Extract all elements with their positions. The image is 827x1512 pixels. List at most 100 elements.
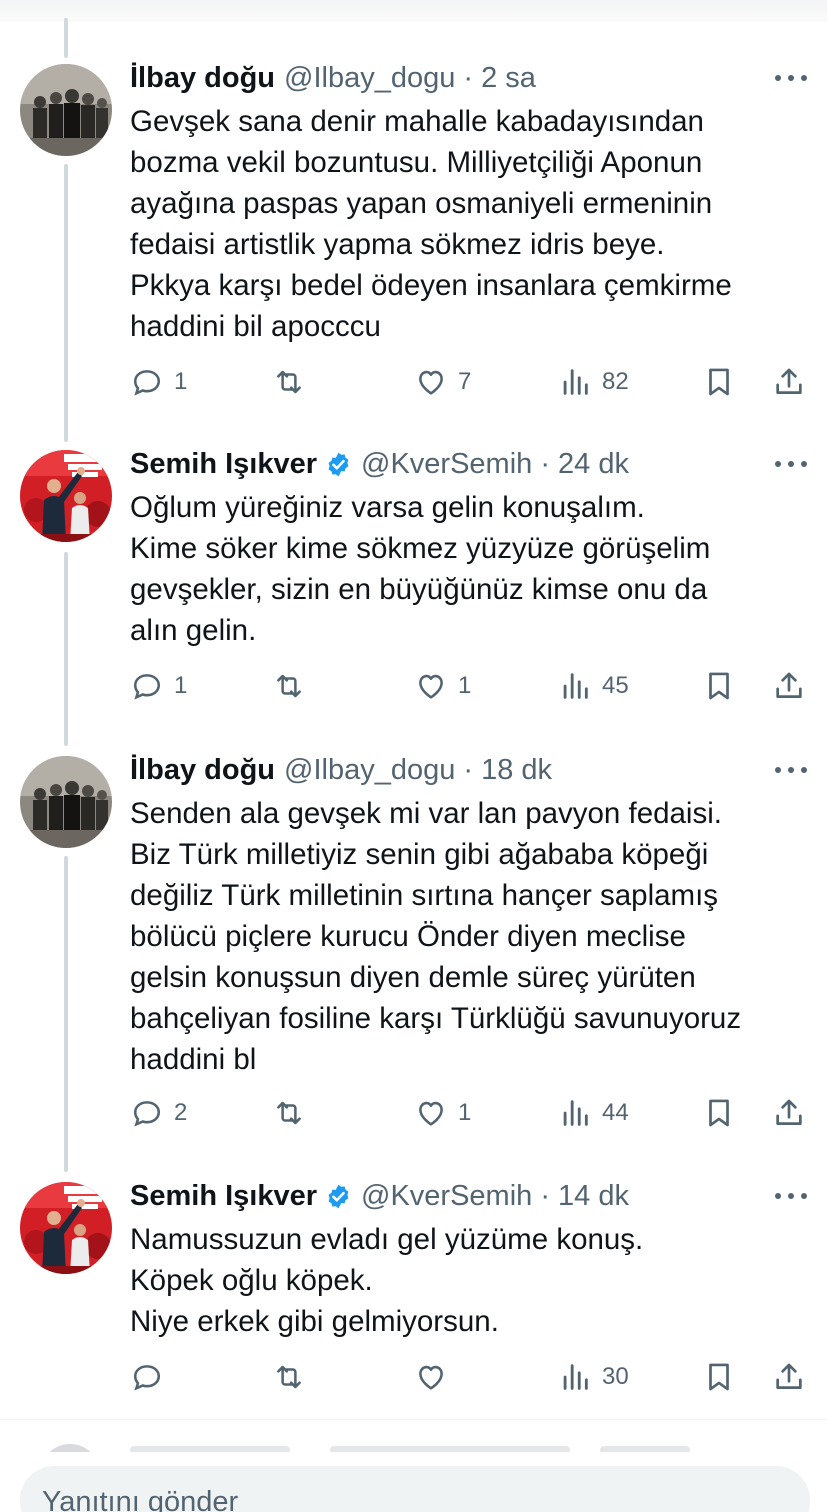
- tweet-line: haddini bil apocccu: [130, 310, 381, 343]
- share-button[interactable]: [772, 1093, 806, 1133]
- heart-icon: [419, 370, 443, 395]
- tweet-text: Gevşek sana denir mahalle kabadayısından…: [130, 101, 810, 347]
- like-count: 7: [458, 368, 472, 395]
- views-button[interactable]: 44: [558, 1093, 629, 1133]
- bookmark-button[interactable]: [702, 1093, 736, 1133]
- bookmark-icon: [709, 672, 729, 700]
- heart-icon: [419, 1101, 443, 1126]
- tweet-line: bölücü piçlere kurucu Önder diyen meclis…: [130, 920, 686, 953]
- retweet-icon: [277, 1365, 301, 1389]
- share-button[interactable]: [772, 1357, 806, 1397]
- avatar[interactable]: [20, 1182, 112, 1274]
- tweet-line: ayağına paspas yapan osmaniyeli ermenini…: [130, 187, 713, 220]
- verified-badge-icon: [328, 452, 349, 476]
- reply-button[interactable]: 1: [130, 362, 187, 402]
- tweet-actions: 2 1 44: [130, 1093, 810, 1133]
- avatar[interactable]: [20, 450, 112, 542]
- retweet-icon: [277, 370, 301, 394]
- share-icon: [776, 1099, 802, 1125]
- reply-count: 2: [174, 1099, 188, 1126]
- avatar[interactable]: [20, 64, 112, 156]
- tweet-line: Köpek oğlu köpek.: [130, 1264, 373, 1297]
- retweet-button[interactable]: [272, 362, 316, 402]
- like-count: 1: [458, 672, 472, 699]
- author-handle-time[interactable]: @Ilbay_dogu · 2 sa: [284, 60, 536, 96]
- avatar[interactable]: [20, 756, 112, 848]
- tweet-line: haddini bl: [130, 1043, 257, 1076]
- like-button[interactable]: 1: [414, 1093, 471, 1133]
- more-icon[interactable]: [775, 1178, 807, 1214]
- share-button[interactable]: [772, 666, 806, 706]
- retweet-button[interactable]: [272, 1093, 316, 1133]
- views-count: 30: [602, 1363, 629, 1390]
- author-name[interactable]: İlbay doğu: [130, 60, 275, 96]
- tweet-line: Senden ala gevşek mi var lan pavyon feda…: [130, 797, 722, 830]
- more-icon[interactable]: [775, 446, 807, 482]
- thread-line: [64, 164, 68, 442]
- share-icon: [776, 368, 802, 394]
- views-icon: [563, 369, 588, 395]
- tweet-line: fedaisi artistlik yapma sökmez idris bey…: [130, 228, 665, 261]
- tweet-line: bozma vekil bozuntusu. Milliyetçiliği Ap…: [130, 146, 703, 179]
- tweet-actions: 1 1 45: [130, 666, 810, 706]
- reply-button[interactable]: [130, 1357, 174, 1397]
- bookmark-button[interactable]: [702, 362, 736, 402]
- author-name[interactable]: Semih Işıkver: [130, 1178, 317, 1214]
- views-count: 45: [602, 672, 629, 699]
- reply-icon: [133, 674, 161, 700]
- like-button[interactable]: [414, 1357, 458, 1397]
- tweet-line: Kime söker kime sökmez yüzyüze görüşelim: [130, 532, 711, 565]
- views-icon: [563, 1364, 588, 1390]
- like-count: 1: [458, 1099, 472, 1126]
- bookmark-button[interactable]: [702, 666, 736, 706]
- tweet-text: Namussuzun evladı gel yüzüme konuş. Köpe…: [130, 1219, 810, 1342]
- thread-line: [64, 856, 68, 1172]
- reply-placeholder: Yanıtını gönder: [42, 1486, 239, 1512]
- tweet-actions: 30: [130, 1357, 810, 1397]
- views-button[interactable]: 82: [558, 362, 629, 402]
- reply-icon: [133, 1365, 161, 1391]
- reply-button[interactable]: 1: [130, 666, 187, 706]
- bookmark-button[interactable]: [702, 1357, 736, 1397]
- reply-bar: Yanıtını gönder: [0, 1452, 827, 1512]
- reply-icon: [133, 370, 161, 396]
- thread-line: [64, 552, 68, 746]
- tweet-line: gelsin konuşsun diyen demle süreç yürüte…: [130, 961, 696, 994]
- reply-count: 1: [174, 672, 188, 699]
- retweet-button[interactable]: [272, 666, 316, 706]
- author-handle-time[interactable]: @KverSemih · 24 dk: [361, 446, 629, 482]
- bookmark-icon: [709, 1099, 729, 1127]
- views-count: 44: [602, 1099, 629, 1126]
- more-icon[interactable]: [775, 60, 807, 96]
- tweet-line: Gevşek sana denir mahalle kabadayısından: [130, 105, 704, 138]
- author-name[interactable]: İlbay doğu: [130, 752, 275, 788]
- top-bar: [0, 0, 827, 22]
- views-icon: [563, 1100, 588, 1126]
- share-button[interactable]: [772, 362, 806, 402]
- author-name[interactable]: Semih Işıkver: [130, 446, 317, 482]
- heart-icon: [419, 674, 443, 699]
- views-button[interactable]: 30: [558, 1357, 629, 1397]
- views-count: 82: [602, 368, 629, 395]
- like-button[interactable]: 7: [414, 362, 471, 402]
- tweet-text: Senden ala gevşek mi var lan pavyon feda…: [130, 793, 810, 1080]
- author-handle-time[interactable]: @Ilbay_dogu · 18 dk: [284, 752, 552, 788]
- bookmark-icon: [709, 1363, 729, 1391]
- reply-input[interactable]: Yanıtını gönder: [20, 1466, 810, 1512]
- heart-icon: [419, 1365, 443, 1390]
- bookmark-icon: [709, 368, 729, 396]
- reply-count: 1: [174, 368, 188, 395]
- share-icon: [776, 672, 802, 698]
- verified-badge-icon: [328, 1184, 349, 1208]
- retweet-button[interactable]: [272, 1357, 316, 1397]
- retweet-icon: [277, 1101, 301, 1125]
- tweet-line: Biz Türk milletiyiz senin gibi ağababa k…: [130, 838, 709, 871]
- tweet-line: Niye erkek gibi gelmiyorsun.: [130, 1305, 499, 1338]
- like-button[interactable]: 1: [414, 666, 471, 706]
- tweet-line: Oğlum yüreğiniz varsa gelin konuşalım.: [130, 491, 645, 524]
- views-button[interactable]: 45: [558, 666, 629, 706]
- author-handle-time[interactable]: @KverSemih · 14 dk: [361, 1178, 629, 1214]
- reply-button[interactable]: 2: [130, 1093, 187, 1133]
- tweet-line: alın gelin.: [130, 614, 257, 647]
- more-icon[interactable]: [775, 752, 807, 788]
